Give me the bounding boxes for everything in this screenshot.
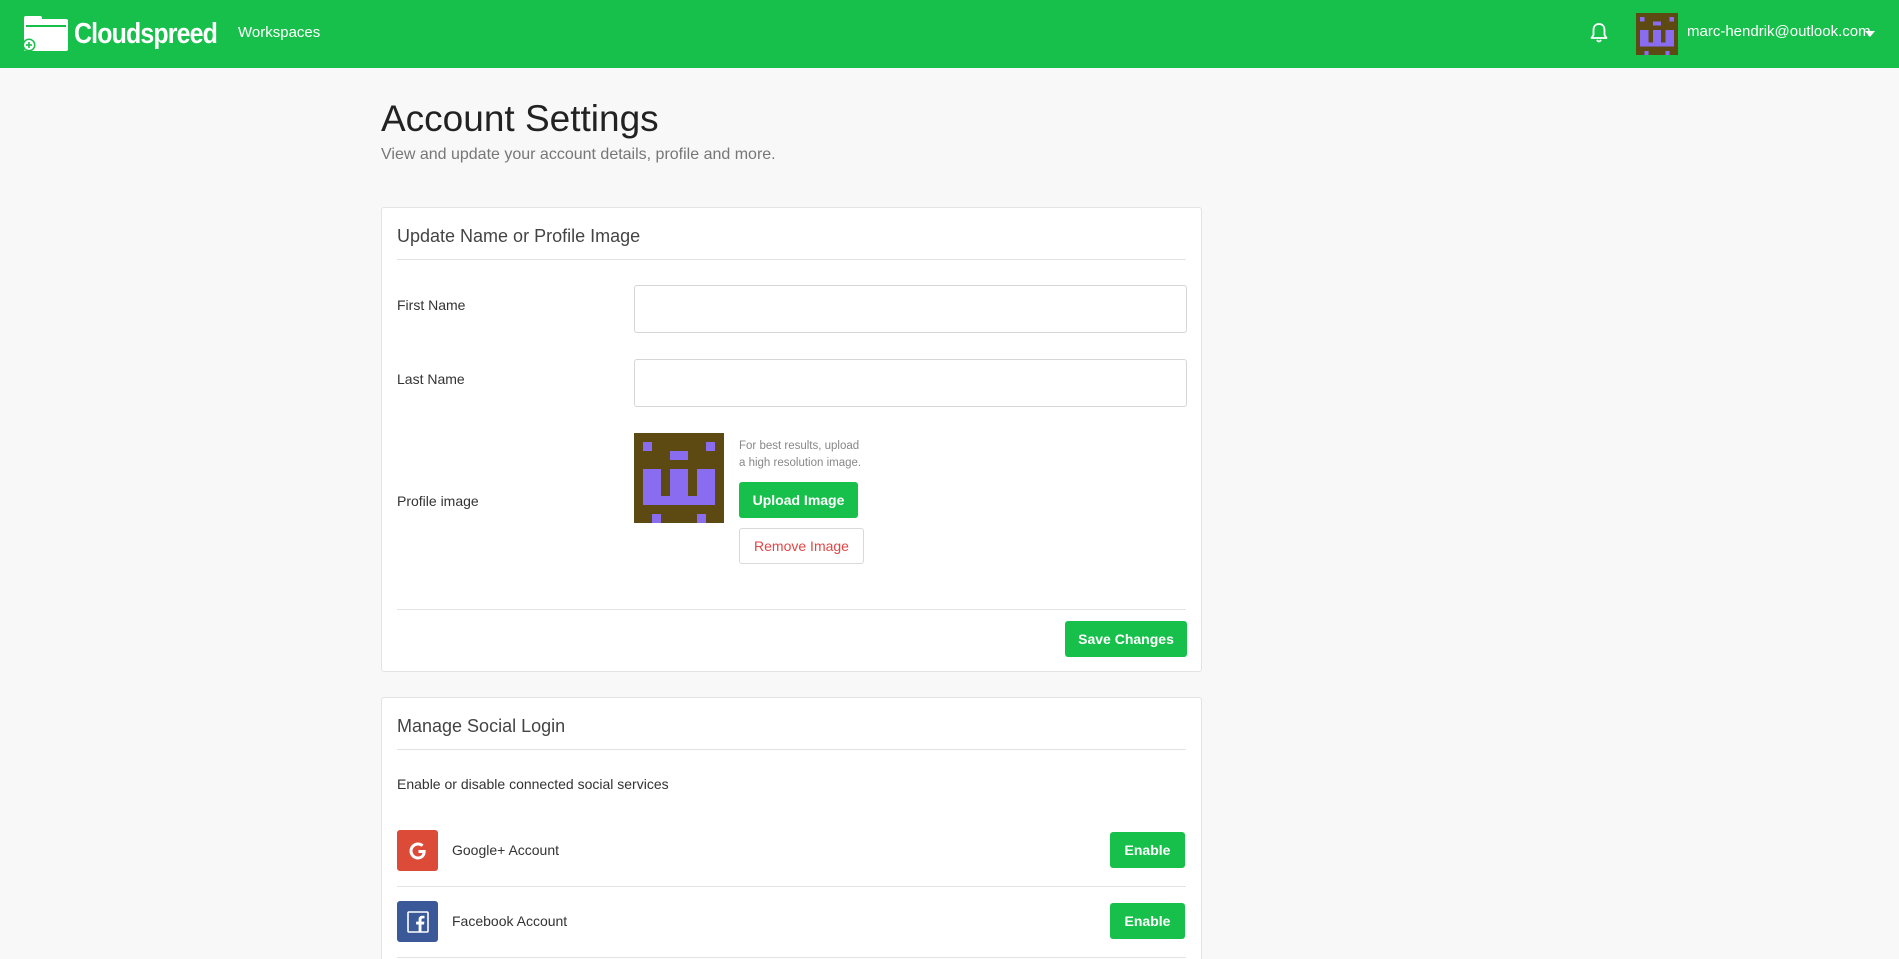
first-name-label: First Name (397, 297, 466, 313)
social-card-title: Manage Social Login (397, 716, 566, 736)
upload-hint-line1: For best results, upload (739, 440, 860, 452)
profile-card: Update Name or Profile Image First Name … (381, 207, 1202, 672)
upload-image-button[interactable]: Upload Image (739, 482, 858, 518)
enable-facebook-button[interactable]: Enable (1110, 903, 1185, 939)
user-avatar[interactable] (1636, 13, 1678, 55)
last-name-input[interactable] (634, 359, 1187, 407)
facebook-icon (397, 901, 438, 942)
google-icon (397, 830, 438, 871)
google-account-label: Google+ Account (452, 842, 560, 858)
enable-google-button[interactable]: Enable (1110, 832, 1185, 868)
profile-image (634, 433, 724, 523)
profile-card-title: Update Name or Profile Image (397, 226, 641, 246)
facebook-account-label: Facebook Account (452, 913, 568, 929)
first-name-input[interactable] (634, 285, 1187, 333)
upload-hint: For best results, upload a high resoluti… (739, 438, 889, 472)
social-description: Enable or disable connected social servi… (397, 776, 669, 792)
page-title: Account Settings (381, 98, 659, 139)
last-name-label: Last Name (397, 371, 465, 387)
brand-name: Cloudspreed (74, 17, 218, 50)
nav-workspaces[interactable]: Workspaces (238, 24, 320, 41)
divider (397, 749, 1186, 750)
top-navbar: Cloudspreed Workspaces marc-hendrik@outl… (0, 0, 1899, 68)
divider (397, 957, 1186, 958)
bell-icon[interactable] (1589, 22, 1609, 44)
divider (397, 886, 1186, 887)
save-changes-button[interactable]: Save Changes (1065, 621, 1187, 657)
folder-cloud-logo-icon (22, 16, 68, 52)
upload-hint-line2: a high resolution image. (739, 457, 862, 469)
divider (397, 259, 1186, 260)
profile-image-label: Profile image (397, 493, 479, 509)
chevron-down-icon[interactable] (1865, 31, 1875, 37)
page-subtitle: View and update your account details, pr… (381, 146, 776, 163)
remove-image-button[interactable]: Remove Image (739, 528, 864, 564)
divider (397, 609, 1186, 610)
user-email[interactable]: marc-hendrik@outlook.com (1687, 23, 1871, 40)
brand-logo[interactable]: Cloudspreed (20, 14, 240, 54)
social-login-card: Manage Social Login Enable or disable co… (381, 697, 1202, 959)
